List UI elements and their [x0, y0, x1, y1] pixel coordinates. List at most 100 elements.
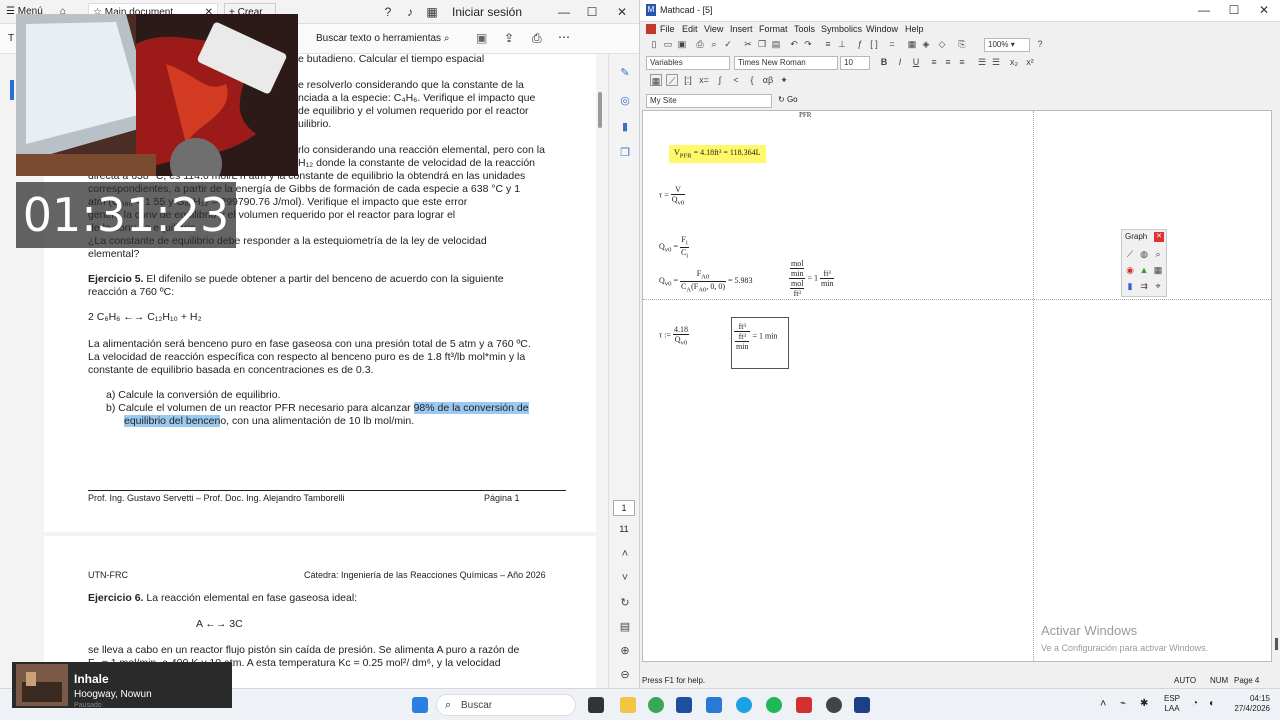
acrobat-icon[interactable]: [796, 697, 812, 713]
underline-icon[interactable]: U: [910, 56, 922, 68]
bar-plot-icon[interactable]: ▮: [1124, 280, 1136, 292]
menu-view[interactable]: View: [704, 22, 723, 36]
polar-plot-icon[interactable]: ◍: [1138, 248, 1150, 260]
menu-edit[interactable]: Edit: [682, 22, 698, 36]
insert-unit-icon[interactable]: [ ]: [868, 38, 880, 50]
chevron-up-icon[interactable]: ˄: [617, 548, 633, 564]
matrix-icon[interactable]: [:]: [682, 74, 694, 86]
zoom-out-icon[interactable]: ⊖: [617, 668, 633, 684]
worksheet[interactable]: PFR VPFR = 4.18ft³ = 118.364L τ = V Qv0 …: [642, 110, 1272, 662]
italic-icon[interactable]: I: [894, 56, 906, 68]
task-view-icon[interactable]: [588, 697, 604, 713]
outlook-icon[interactable]: [706, 697, 722, 713]
spotify-icon[interactable]: [766, 697, 782, 713]
font-select[interactable]: Times New Roman: [734, 56, 838, 70]
contour-plot-icon[interactable]: ▲: [1138, 264, 1150, 276]
style-select[interactable]: Variables: [646, 56, 730, 70]
more-icon[interactable]: ⋯: [558, 30, 570, 44]
taskbar-search[interactable]: ⌕ Buscar: [436, 694, 576, 716]
minimize-icon[interactable]: —: [556, 4, 572, 20]
surface-plot-icon[interactable]: ◉: [1124, 264, 1136, 276]
bell-icon[interactable]: ♪: [402, 4, 418, 20]
bluetooth-icon[interactable]: ✱: [1140, 698, 1148, 709]
close-window-icon[interactable]: ✕: [1256, 2, 1272, 18]
chevron-down-icon[interactable]: ˅: [617, 572, 633, 588]
insert-component-icon[interactable]: ▦: [906, 38, 918, 50]
zoom-in-icon[interactable]: ⊕: [617, 644, 633, 660]
print-icon[interactable]: ⎙: [694, 38, 706, 50]
worksheet-scrollbar[interactable]: [1274, 110, 1280, 662]
unit-check[interactable]: mol min mol ft³ = 1 ft³ min: [789, 259, 835, 298]
wifi-icon[interactable]: ◔: [1192, 698, 1198, 709]
new-icon[interactable]: ▯: [648, 38, 660, 50]
preview-icon[interactable]: ⌕: [708, 38, 720, 50]
file-explorer-icon[interactable]: [620, 697, 636, 713]
go-button[interactable]: ↻ Go: [778, 95, 798, 104]
qv0-evaluation[interactable]: Qv0 = FA0 CA(FA0, 0, 0) = 5.983: [659, 269, 753, 293]
size-select[interactable]: 10: [840, 56, 870, 70]
mathcad-taskbar-icon[interactable]: [854, 697, 870, 713]
zoom-select[interactable]: 100% ▾: [984, 38, 1030, 52]
align-left-icon[interactable]: ≡: [928, 56, 940, 68]
subscript-icon[interactable]: x₂: [1008, 56, 1020, 68]
calculator-icon[interactable]: ▦: [650, 74, 662, 86]
menu-tools[interactable]: Tools: [794, 22, 815, 36]
xy-plot-icon[interactable]: ⟋: [1124, 248, 1136, 260]
network-off-icon[interactable]: ⌁: [1120, 698, 1126, 709]
menu-window[interactable]: Window: [866, 22, 898, 36]
copy-icon[interactable]: ❐: [617, 146, 633, 162]
close-window-icon[interactable]: ✕: [614, 4, 630, 20]
menu-file[interactable]: File: [660, 22, 675, 36]
paste-icon[interactable]: ▤: [770, 38, 782, 50]
site-select[interactable]: My Site: [646, 94, 772, 108]
insert-function-icon[interactable]: ƒ: [854, 38, 866, 50]
maximize-icon[interactable]: ☐: [584, 4, 600, 20]
align-right-icon[interactable]: ≡: [956, 56, 968, 68]
help-icon[interactable]: ?: [380, 4, 396, 20]
superscript-icon[interactable]: x²: [1024, 56, 1036, 68]
minimize-icon[interactable]: —: [1196, 2, 1212, 18]
start-icon[interactable]: [412, 697, 428, 713]
open-icon[interactable]: ▭: [662, 38, 674, 50]
menu-insert[interactable]: Insert: [730, 22, 753, 36]
calculate-icon[interactable]: =: [886, 38, 898, 50]
symbolic-icon[interactable]: ✦: [778, 74, 790, 86]
copy-icon[interactable]: ❐: [756, 38, 768, 50]
save-icon[interactable]: ▣: [476, 31, 487, 45]
volume-icon[interactable]: ◖: [1208, 698, 1214, 709]
menu-format[interactable]: Format: [759, 22, 788, 36]
language-indicator[interactable]: ESP LAA: [1164, 694, 1180, 714]
ai-assistant-icon[interactable]: ◎: [617, 94, 633, 110]
page-number-input[interactable]: 1: [613, 500, 635, 516]
help-icon[interactable]: ?: [1034, 38, 1046, 50]
refresh-icon[interactable]: ↻: [617, 596, 633, 612]
maximize-icon[interactable]: ☐: [1226, 2, 1242, 18]
align-vertical-icon[interactable]: ⊥: [836, 38, 848, 50]
search-tools[interactable]: Buscar texto o herramientas ⌕: [316, 33, 449, 44]
menu-help[interactable]: Help: [905, 22, 924, 36]
bookmark-icon[interactable]: ▮: [617, 120, 633, 136]
numbering-icon[interactable]: ☰: [990, 56, 1002, 68]
bullets-icon[interactable]: ☰: [976, 56, 988, 68]
store-icon[interactable]: [676, 697, 692, 713]
programming-icon[interactable]: {: [746, 74, 758, 86]
redo-icon[interactable]: ↷: [802, 38, 814, 50]
vector-field-icon[interactable]: ⇉: [1138, 280, 1150, 292]
tray-chevron-icon[interactable]: ˄: [1100, 698, 1106, 710]
tau-definition[interactable]: τ = V Qv0: [659, 185, 686, 207]
menu-symbolics[interactable]: Symbolics: [821, 22, 862, 36]
vpfr-result[interactable]: VPFR = 4.18ft³ = 118.364L: [669, 145, 766, 163]
evaluation-icon[interactable]: x=: [698, 74, 710, 86]
selected-region[interactable]: ft³ ft³ min = 1 min: [731, 317, 789, 369]
resources-icon[interactable]: ◈: [920, 38, 932, 50]
resource-center-icon[interactable]: ◇: [936, 38, 948, 50]
obs-icon[interactable]: [826, 697, 842, 713]
signin-button[interactable]: Iniciar sesión: [452, 5, 522, 19]
upload-icon[interactable]: ⇪: [504, 31, 514, 45]
edge-icon[interactable]: [736, 697, 752, 713]
clock[interactable]: 04:15 27/4/2026: [1226, 694, 1270, 714]
pdf-scrollbar-thumb[interactable]: [598, 92, 602, 128]
align-icon[interactable]: ≡: [822, 38, 834, 50]
link-icon[interactable]: ⎘: [956, 38, 968, 50]
tau-assignment[interactable]: τ := 4.18 Qv0: [659, 325, 689, 347]
